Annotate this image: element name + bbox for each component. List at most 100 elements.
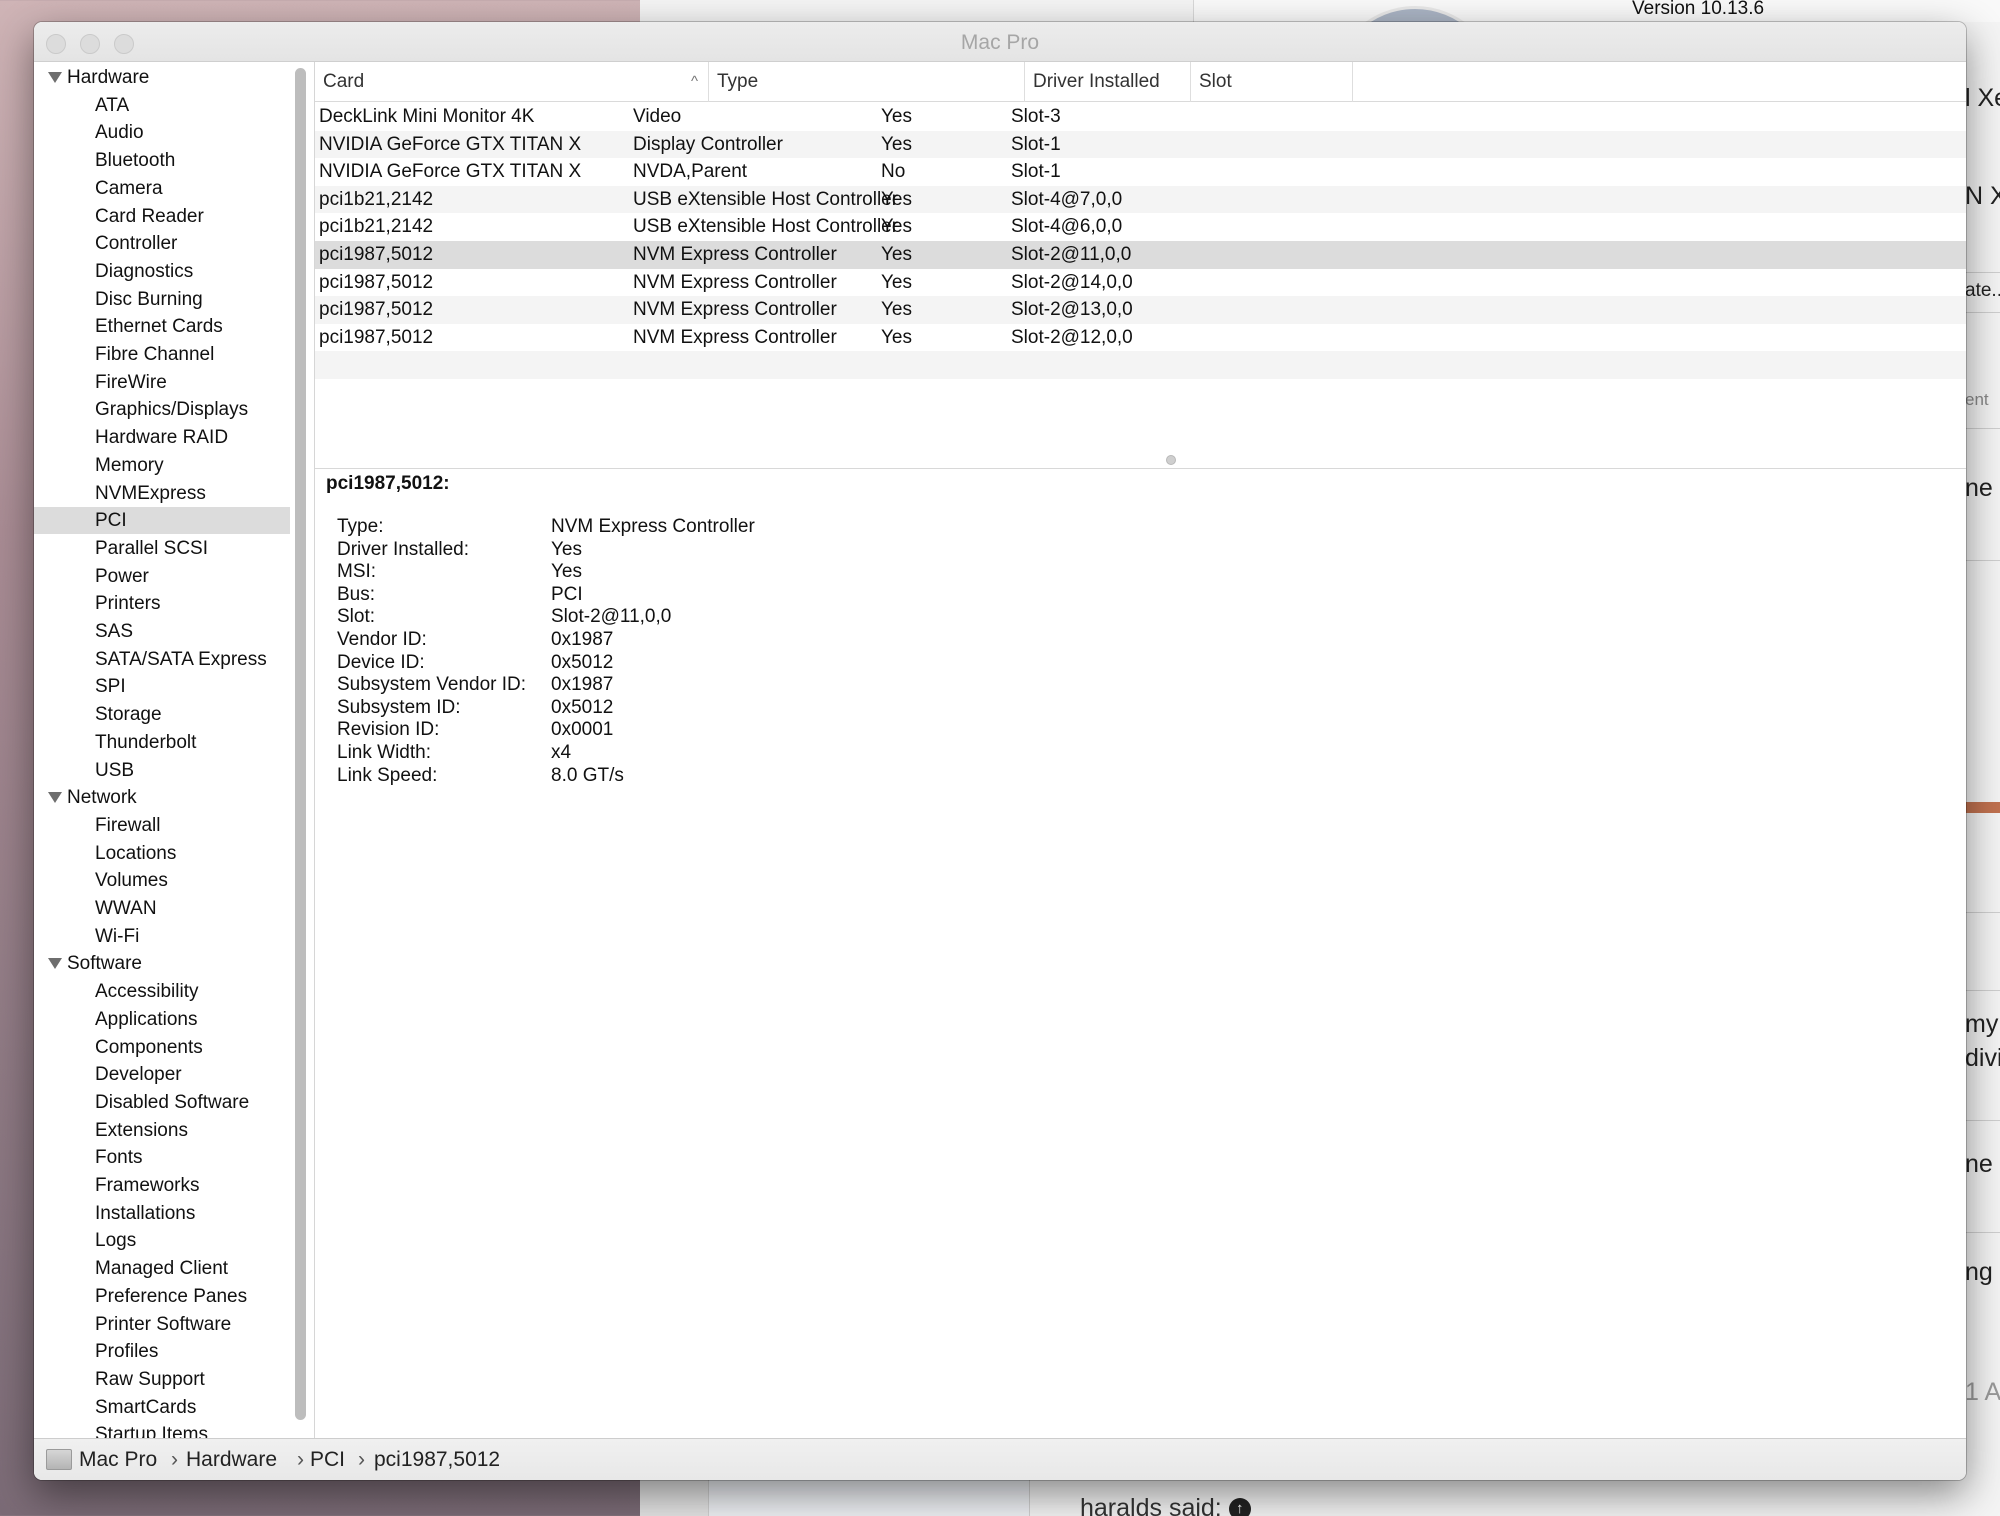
background-text-snippet: N X [1965, 182, 2000, 210]
sidebar-group-hardware[interactable]: Hardware [34, 64, 290, 91]
table-row[interactable]: pci1987,5012 NVM Express Controller Yes Slo… [315, 269, 1966, 297]
sidebar-item-wi-fi[interactable]: Wi-Fi [34, 923, 290, 950]
breadcrumb-pci[interactable]: PCI [310, 1448, 345, 1472]
disclosure-triangle-icon[interactable] [48, 72, 62, 83]
cell-card: DeckLink Mini Monitor 4K [319, 106, 535, 127]
sidebar-item-storage[interactable]: Storage [34, 701, 290, 728]
sidebar-item-label: Preference Panes [95, 1285, 248, 1307]
sidebar-scrollbar[interactable] [295, 66, 307, 1421]
sidebar-item-label: Applications [95, 1008, 198, 1030]
sidebar-item-firewall[interactable]: Firewall [34, 812, 290, 839]
sidebar-item-startup-items[interactable]: Startup Items [34, 1421, 290, 1438]
disclosure-triangle-icon[interactable] [48, 792, 62, 804]
sidebar-item-audio[interactable]: Audio [34, 119, 290, 146]
sidebar-item-hardware-raid[interactable]: Hardware RAID [34, 424, 290, 451]
sidebar-item-volumes[interactable]: Volumes [34, 867, 290, 894]
sidebar-item-nvmexpress[interactable]: NVMExpress [34, 480, 290, 507]
sidebar-group-software[interactable]: Software [34, 950, 290, 977]
table-row[interactable]: DeckLink Mini Monitor 4K Video Yes Slot-3 [315, 103, 1966, 131]
sidebar-item-disc-burning[interactable]: Disc Burning [34, 286, 290, 313]
sidebar-item-label: Wi-Fi [95, 925, 140, 947]
title-bar[interactable]: Mac Pro [34, 22, 1966, 62]
column-header-driver-installed[interactable]: Driver Installed [1025, 62, 1191, 102]
sidebar-item-label: ATA [95, 94, 130, 116]
sidebar-item-spi[interactable]: SPI [34, 673, 290, 700]
sidebar-item-sata-sata-express[interactable]: SATA/SATA Express [34, 646, 290, 673]
sidebar-item-bluetooth[interactable]: Bluetooth [34, 147, 290, 174]
sidebar-item-extensions[interactable]: Extensions [34, 1117, 290, 1144]
sidebar-item-applications[interactable]: Applications [34, 1006, 290, 1033]
sidebar-item-developer[interactable]: Developer [34, 1061, 290, 1088]
sidebar-item-locations[interactable]: Locations [34, 840, 290, 867]
sidebar-item-power[interactable]: Power [34, 563, 290, 590]
sidebar-item-ethernet-cards[interactable]: Ethernet Cards [34, 313, 290, 340]
sidebar-item-accessibility[interactable]: Accessibility [34, 978, 290, 1005]
sidebar-item-logs[interactable]: Logs [34, 1227, 290, 1254]
breadcrumb-hardware[interactable]: Hardware [186, 1448, 277, 1472]
sidebar-item-card-reader[interactable]: Card Reader [34, 203, 290, 230]
sidebar-item-sas[interactable]: SAS [34, 618, 290, 645]
sidebar-item-fibre-channel[interactable]: Fibre Channel [34, 341, 290, 368]
disclosure-triangle-icon[interactable] [48, 958, 62, 970]
background-text-snippet: divi [1965, 1044, 2000, 1072]
sidebar-item-frameworks[interactable]: Frameworks [34, 1172, 290, 1199]
sidebar-item-controller[interactable]: Controller [34, 230, 290, 257]
sidebar-item-managed-client[interactable]: Managed Client [34, 1255, 290, 1282]
sidebar-item-wwan[interactable]: WWAN [34, 895, 290, 922]
sidebar-item-printer-software[interactable]: Printer Software [34, 1311, 290, 1338]
property-label: Revision ID: [337, 719, 440, 741]
sidebar-item-label: Camera [95, 177, 163, 199]
sidebar-item-label: Profiles [95, 1341, 159, 1363]
property-label: Device ID: [337, 651, 425, 673]
cell-slot: Slot-2@11,0,0 [1011, 244, 1132, 265]
table-row[interactable]: pci1b21,2142 USB eXtensible Host Controll… [315, 213, 1966, 241]
sidebar-group-label: Network [67, 787, 137, 809]
sidebar-item-label: Components [95, 1036, 203, 1058]
sidebar-item-raw-support[interactable]: Raw Support [34, 1366, 290, 1393]
sidebar-item-usb[interactable]: USB [34, 757, 290, 784]
sidebar-item-thunderbolt[interactable]: Thunderbolt [34, 729, 290, 756]
property-value: 0x1987 [551, 674, 614, 696]
table-row[interactable]: pci1987,5012 NVM Express Controller Yes Slo… [315, 296, 1966, 324]
background-forum-quote: haralds said: ↑ [1080, 1494, 1251, 1516]
sidebar-item-fonts[interactable]: Fonts [34, 1144, 290, 1171]
breadcrumb-separator-icon: › [358, 1448, 365, 1471]
sidebar-item-camera[interactable]: Camera [34, 175, 290, 202]
sidebar-item-profiles[interactable]: Profiles [34, 1338, 290, 1365]
sidebar-item-firewire[interactable]: FireWire [34, 369, 290, 396]
split-view-handle[interactable] [1166, 455, 1176, 465]
sidebar-item-printers[interactable]: Printers [34, 590, 290, 617]
column-header-card[interactable]: Card ^ [315, 62, 709, 102]
background-divider [1965, 560, 2000, 561]
table-row[interactable]: pci1987,5012 NVM Express Controller Yes Slo… [315, 324, 1966, 352]
cell-type: USB eXtensible Host Controller [633, 188, 899, 210]
table-row[interactable]: pci1987,5012 NVM Express Controller Yes Slo… [315, 241, 1966, 269]
sidebar-item-graphics-displays[interactable]: Graphics/Displays [34, 396, 290, 423]
sidebar-scrollbar-thumb[interactable] [295, 68, 306, 1420]
property-value: x4 [551, 742, 572, 763]
table-row[interactable]: NVIDIA GeForce GTX TITAN X Display Contro… [315, 130, 1966, 159]
table-row[interactable]: pci1b21,2142 USB eXtensible Host Controll… [315, 185, 1966, 214]
sidebar-item-components[interactable]: Components [34, 1034, 290, 1061]
sidebar-item-label: Logs [95, 1230, 137, 1252]
sidebar-group-network[interactable]: Network [34, 784, 290, 811]
property-label: Subsystem ID: [337, 696, 461, 718]
sidebar-item-diagnostics[interactable]: Diagnostics [34, 258, 290, 285]
sidebar-item-ata[interactable]: ATA [34, 92, 290, 119]
sidebar-item-preference-panes[interactable]: Preference Panes [34, 1283, 290, 1310]
property-label: Subsystem Vendor ID: [337, 674, 527, 696]
sidebar-item-pci[interactable]: PCI [34, 507, 290, 535]
breadcrumb-device[interactable]: pci1987,5012 [374, 1448, 500, 1472]
sidebar-item-label: Installations [95, 1202, 196, 1224]
sidebar-item-parallel-scsi[interactable]: Parallel SCSI [34, 535, 290, 562]
table-row[interactable]: NVIDIA GeForce GTX TITAN X NVDA,Parent No S… [315, 158, 1966, 186]
sidebar-item-installations[interactable]: Installations [34, 1200, 290, 1227]
breadcrumb-mac-pro[interactable]: Mac Pro [79, 1448, 157, 1472]
column-header-type[interactable]: Type [709, 62, 1025, 102]
sidebar-item-memory[interactable]: Memory [34, 452, 290, 479]
sidebar-item-label: Diagnostics [95, 260, 194, 282]
column-header-slot[interactable]: Slot [1191, 62, 1353, 102]
cell-driver-installed: Yes [881, 244, 912, 265]
sidebar-item-smartcards[interactable]: SmartCards [34, 1394, 290, 1421]
sidebar-item-disabled-software[interactable]: Disabled Software [34, 1089, 290, 1116]
